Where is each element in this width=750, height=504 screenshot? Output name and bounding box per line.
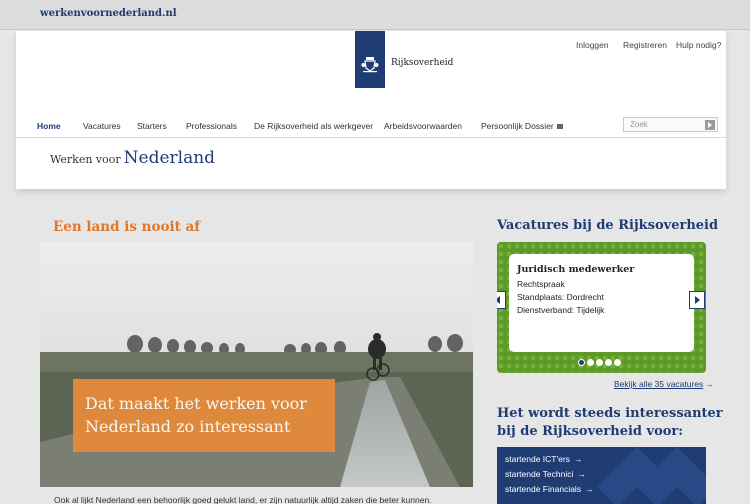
help-link[interactable]: Hulp nodig? xyxy=(676,40,721,50)
interest-item-financials-label: startende Financials xyxy=(505,484,582,494)
nav-vacatures[interactable]: Vacatures xyxy=(83,121,121,131)
nav-persoonlijk-dossier[interactable]: Persoonlijk Dossier xyxy=(481,121,563,131)
arrow-right-icon: → xyxy=(585,484,594,494)
interest-item-financials[interactable]: startende Financials → xyxy=(505,484,594,494)
all-vacancies-label: Bekijk alle 35 vacatures xyxy=(614,379,704,389)
carousel-next-icon[interactable] xyxy=(689,291,705,309)
vacancy-card[interactable]: Juridisch medewerker Rechtspraak Standpl… xyxy=(509,254,694,352)
carousel-dot[interactable] xyxy=(605,359,612,366)
lock-icon xyxy=(556,124,563,129)
nav-arbeidsvoorwaarden[interactable]: Arbeidsvoorwaarden xyxy=(384,121,462,131)
carousel-prev-icon[interactable] xyxy=(497,291,506,309)
carousel-dot[interactable] xyxy=(596,359,603,366)
vacancy-carousel: Juridisch medewerker Rechtspraak Standpl… xyxy=(497,242,706,373)
register-link[interactable]: Registreren xyxy=(623,40,667,50)
main-title: Een land is nooit af xyxy=(53,219,201,235)
interest-item-ict[interactable]: startende ICT'ers → xyxy=(505,454,582,464)
login-link[interactable]: Inloggen xyxy=(576,40,609,50)
hero-caption-line2: Nederland zo interessant xyxy=(85,417,291,436)
vacancy-location: Standplaats: Dordrecht xyxy=(517,292,604,302)
interest-title-line1: Het wordt steeds interessanter xyxy=(497,406,723,421)
interest-item-technici[interactable]: startende Technici → xyxy=(505,469,586,479)
carousel-dot[interactable] xyxy=(578,359,585,366)
arrow-right-icon: → xyxy=(573,454,583,464)
tagline-big: Nederland xyxy=(123,148,216,168)
nav-werkgever[interactable]: De Rijksoverheid als werkgever xyxy=(254,121,373,131)
interest-box: startende ICT'ers → startende Technici → s… xyxy=(497,447,706,504)
vacancy-title[interactable]: Juridisch medewerker xyxy=(517,264,686,275)
nav-divider xyxy=(16,137,726,138)
search-input[interactable]: Zoek xyxy=(630,120,648,129)
search-submit-icon[interactable] xyxy=(705,120,715,130)
browser-top-bar: werkenvoornederland.nl xyxy=(0,0,750,30)
main-nav: Home Vacatures Starters Professionals De… xyxy=(16,121,726,135)
nav-starters[interactable]: Starters xyxy=(137,121,167,131)
intro-text: Ook al lijkt Nederland een behoorlijk go… xyxy=(54,495,432,504)
hero-caption[interactable]: Dat maakt het werken voor Nederland zo i… xyxy=(73,379,335,452)
vacatures-title: Vacatures bij de Rijksoverheid xyxy=(497,218,719,233)
interest-item-ict-label: startende ICT'ers xyxy=(505,454,570,464)
nav-professionals[interactable]: Professionals xyxy=(186,121,237,131)
carousel-dot[interactable] xyxy=(587,359,594,366)
search-box[interactable]: Zoek xyxy=(623,117,718,132)
nav-home[interactable]: Home xyxy=(37,121,61,131)
logo-text: Rijksoverheid xyxy=(391,58,454,68)
rijksoverheid-logo[interactable] xyxy=(355,31,385,88)
tagline-small: Werken voor xyxy=(50,153,121,166)
crest-icon xyxy=(361,57,379,73)
all-vacancies-link[interactable]: Bekijk alle 35 vacatures → xyxy=(614,379,714,389)
hero-caption-line1: Dat maakt het werken voor xyxy=(85,394,307,413)
carousel-dot[interactable] xyxy=(614,359,621,366)
arrow-right-icon: → xyxy=(577,469,586,479)
interest-item-technici-label: startende Technici xyxy=(505,469,574,479)
site-header: Rijksoverheid Inloggen Registreren Hulp … xyxy=(16,31,726,189)
site-url: werkenvoornederland.nl xyxy=(40,8,177,19)
hero-image: Dat maakt het werken voor Nederland zo i… xyxy=(40,242,473,487)
vacancy-org: Rechtspraak xyxy=(517,279,565,289)
interest-title-line2: bij de Rijksoverheid voor: xyxy=(497,424,684,439)
vacancy-employment: Dienstverband: Tijdelijk xyxy=(517,305,605,315)
arrow-right-icon: → xyxy=(705,379,714,389)
carousel-pager xyxy=(578,359,628,367)
interest-title: Het wordt steeds interessanter bij de Ri… xyxy=(497,405,727,441)
nav-persoonlijk-dossier-label: Persoonlijk Dossier xyxy=(481,121,554,131)
tagline: Werken voor Nederland xyxy=(50,148,215,168)
